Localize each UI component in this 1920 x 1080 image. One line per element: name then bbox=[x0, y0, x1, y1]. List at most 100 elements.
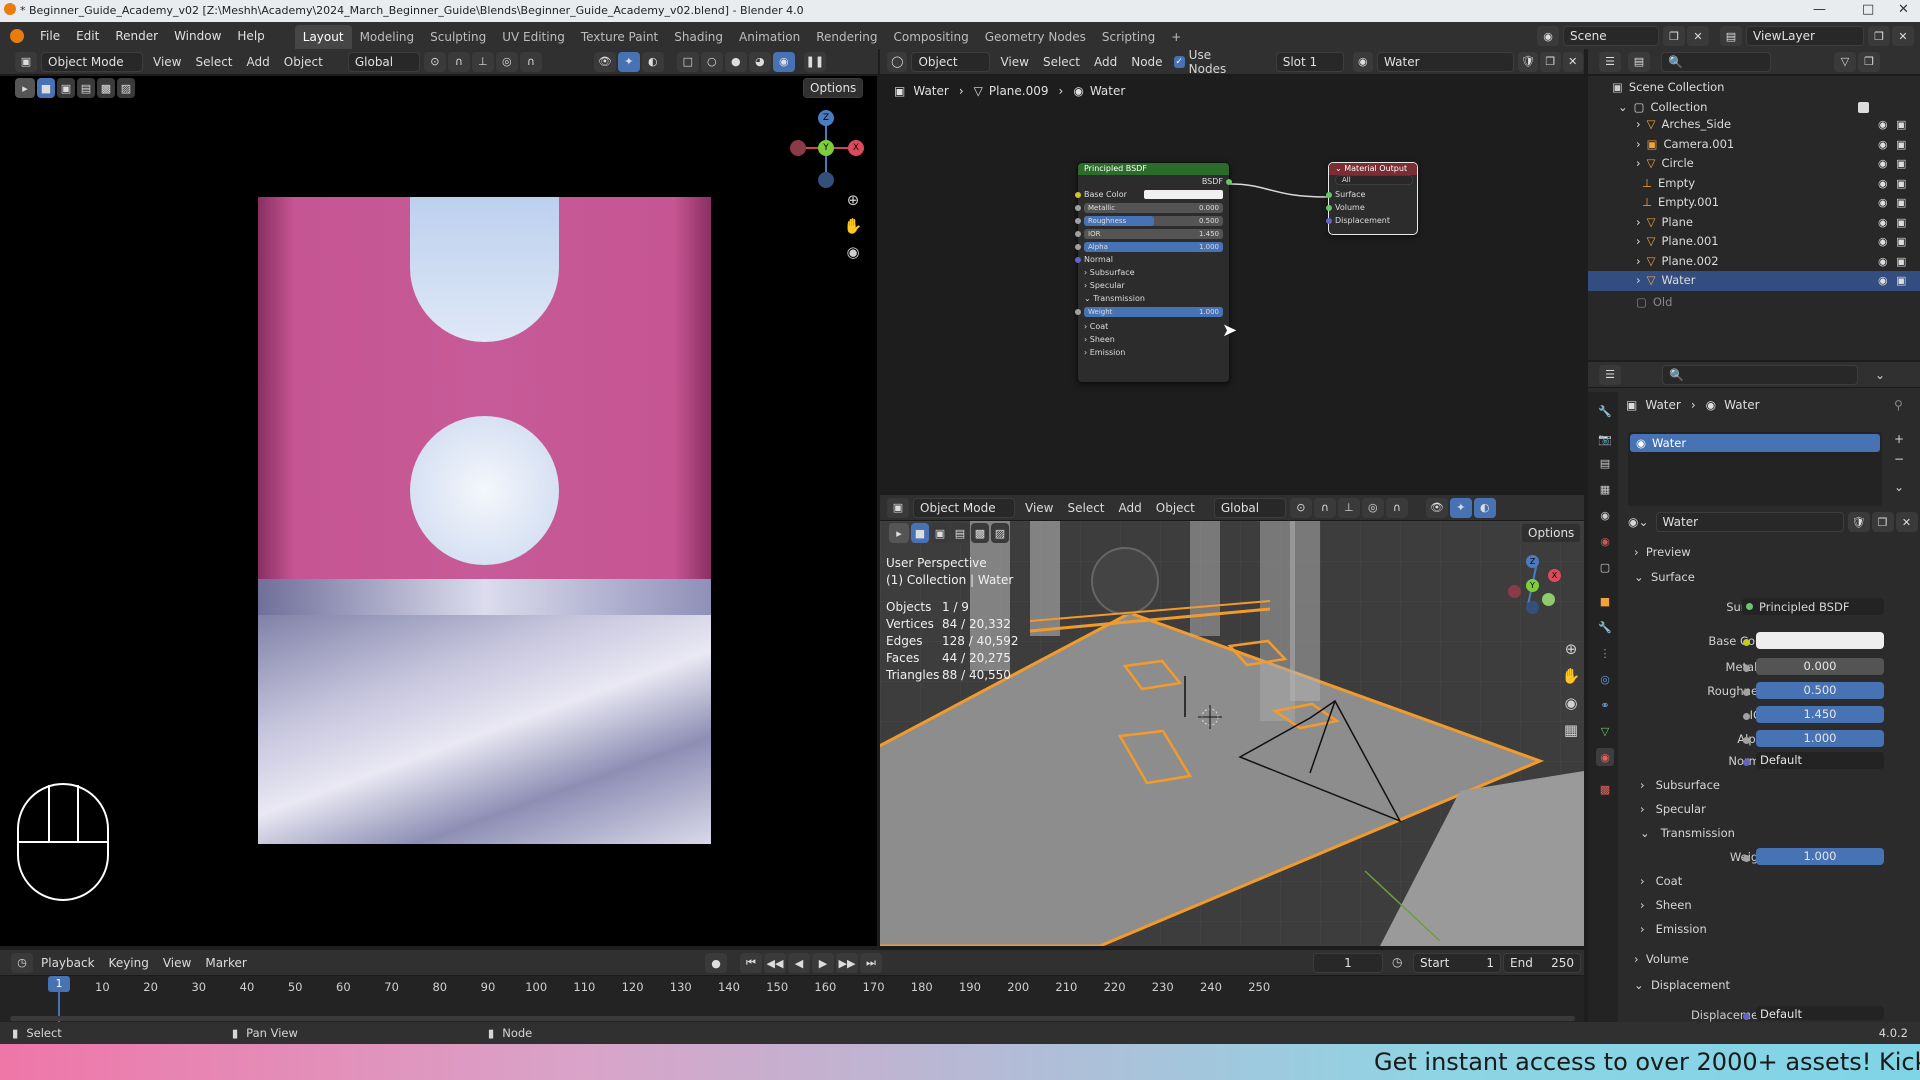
viewlayer-selector[interactable]: ViewLayer bbox=[1746, 26, 1864, 46]
minimize-button[interactable]: — bbox=[1813, 2, 1826, 17]
unlink-icon[interactable]: ✕ bbox=[1895, 512, 1918, 532]
filter-icon[interactable]: ▽ bbox=[1834, 51, 1856, 72]
outliner-item-old[interactable]: ▢ Old bbox=[1588, 293, 1920, 313]
panel-preview[interactable]: › Preview bbox=[1634, 545, 1691, 559]
play-icon[interactable]: ▶ bbox=[812, 953, 834, 973]
chevron-right-icon[interactable]: › bbox=[1636, 273, 1641, 287]
menu-view-2[interactable]: View bbox=[1018, 495, 1060, 521]
select-subtract-icon[interactable]: ▤ bbox=[77, 78, 95, 98]
collection-tab-icon[interactable]: ▢ bbox=[1596, 558, 1614, 576]
camera-view-icon[interactable]: ◉ bbox=[840, 239, 866, 265]
outliner-editor-icon[interactable]: ☰ bbox=[1599, 51, 1621, 72]
output-tab-icon[interactable]: ▤ bbox=[1596, 454, 1614, 472]
new-collection-icon[interactable]: ❐ bbox=[1858, 51, 1880, 72]
snap-icon[interactable]: ∩ bbox=[1313, 497, 1336, 518]
outliner-item[interactable]: ⊥ Empty.001 ◉ ▣ bbox=[1588, 193, 1920, 213]
panel-sheen[interactable]: › Sheen bbox=[1640, 898, 1692, 912]
panel-specular[interactable]: › Specular bbox=[1640, 802, 1706, 816]
pivot-icon[interactable]: ⊙ bbox=[423, 51, 446, 72]
metallic-socket[interactable]: Metallic 0.000 bbox=[1075, 201, 1229, 214]
grid-view-icon[interactable]: ▦ bbox=[1560, 716, 1582, 743]
select-extend-icon[interactable]: ▣ bbox=[931, 523, 949, 543]
material-shading-icon[interactable]: ◕ bbox=[748, 51, 771, 72]
select-invert-icon[interactable]: ▩ bbox=[97, 78, 115, 98]
render-camera-icon[interactable]: ▣ bbox=[1896, 232, 1906, 252]
weight-socket[interactable]: Weight 1.000 bbox=[1075, 305, 1229, 320]
add-slot-button[interactable]: + bbox=[1894, 432, 1904, 446]
proportional-icon[interactable]: ◎ bbox=[1361, 497, 1384, 518]
material-datablock-field[interactable]: Water bbox=[1655, 512, 1844, 532]
record-icon[interactable]: ● bbox=[705, 953, 727, 973]
display-mode-icon[interactable]: ▤ bbox=[1628, 51, 1650, 72]
pivot-icon[interactable]: ⊙ bbox=[1289, 497, 1312, 518]
texture-tab-icon[interactable]: ▩ bbox=[1596, 780, 1614, 798]
render-camera-icon[interactable]: ▣ bbox=[1896, 154, 1906, 174]
timeline-editor-icon[interactable]: ◷ bbox=[11, 952, 33, 973]
outliner-item[interactable]: › ▽ Plane ◉ ▣ bbox=[1588, 213, 1920, 233]
outliner-item[interactable]: › ▽ Water ◉ ▣ bbox=[1588, 271, 1920, 291]
roughness-socket[interactable]: Roughness 0.500 bbox=[1075, 214, 1229, 227]
play-reverse-icon[interactable]: ◀ bbox=[788, 953, 810, 973]
material-browse-icon[interactable]: ◉⌄ bbox=[1628, 515, 1649, 529]
fake-user-icon[interactable]: 🛡 bbox=[1847, 512, 1870, 532]
node-menu-view[interactable]: View bbox=[993, 49, 1035, 75]
delete-viewlayer-icon[interactable]: ✕ bbox=[1892, 26, 1914, 46]
pan-hand-icon[interactable]: ✋ bbox=[1560, 662, 1582, 689]
timeline-body[interactable]: 10 20 30 40 50 60 70 80 90 100 110 120 130 140 150 160 1… bbox=[0, 976, 1584, 1022]
metallic-field[interactable]: 0.000 bbox=[1756, 658, 1884, 675]
promo-banner[interactable]: Get instant access to over 2000+ assets!… bbox=[0, 1044, 1920, 1080]
zoom-icon[interactable]: ⊕ bbox=[1560, 635, 1582, 662]
navigation-gizmo[interactable]: Z X Y bbox=[786, 108, 866, 188]
node-panel-sheen[interactable]: › Sheen bbox=[1078, 333, 1229, 346]
render-camera-icon[interactable]: ▣ bbox=[1896, 135, 1906, 155]
modifier-tab-icon[interactable]: 🔧 bbox=[1596, 618, 1614, 636]
select-box-tool-icon[interactable]: ▸ bbox=[15, 78, 35, 98]
maximize-button[interactable]: □ bbox=[1862, 2, 1874, 17]
scene-tab-icon[interactable]: ◉ bbox=[1596, 506, 1614, 524]
alpha-field[interactable]: 1.000 bbox=[1756, 730, 1884, 747]
eye-icon[interactable]: ◉ bbox=[1878, 252, 1888, 272]
node-header[interactable]: ⌄ Material Output bbox=[1329, 163, 1417, 175]
tab-texture-paint[interactable]: Texture Paint bbox=[573, 25, 666, 49]
tab-shading[interactable]: Shading bbox=[666, 25, 731, 49]
right-viewport[interactable]: ▸ ■ ▣ ▤ ▩ ▨ Options User Perspective (1)… bbox=[880, 521, 1584, 946]
pin-icon[interactable]: ⚲ bbox=[1894, 398, 1903, 412]
panel-transmission[interactable]: ⌄ Transmission bbox=[1640, 826, 1735, 840]
checkbox-checked-icon[interactable]: ✓ bbox=[1173, 55, 1185, 68]
material-slots-list[interactable]: ◉ Water bbox=[1628, 432, 1882, 506]
material-name-field[interactable]: Water bbox=[1377, 51, 1514, 72]
fake-user-icon[interactable]: 🛡 bbox=[1517, 51, 1539, 72]
normal-socket[interactable]: Normal bbox=[1075, 253, 1229, 266]
delete-scene-icon[interactable]: ✕ bbox=[1687, 26, 1709, 46]
menu-select-2[interactable]: Select bbox=[1060, 495, 1111, 521]
tab-uv-editing[interactable]: UV Editing bbox=[494, 25, 573, 49]
select-extend-icon[interactable]: ▣ bbox=[57, 78, 75, 98]
eye-icon[interactable]: ◉ bbox=[1878, 271, 1888, 291]
node-panel-subsurface[interactable]: › Subsurface bbox=[1078, 266, 1229, 279]
options-dropdown-2[interactable]: Options bbox=[1521, 523, 1582, 543]
viewlayer-icon[interactable]: ▤ bbox=[1720, 26, 1742, 46]
constraints-tab-icon[interactable]: ⚭ bbox=[1596, 696, 1614, 714]
chevron-right-icon[interactable]: › bbox=[1636, 254, 1641, 268]
panel-emission[interactable]: › Emission bbox=[1640, 922, 1707, 936]
select-intersect-icon[interactable]: ▨ bbox=[117, 78, 135, 98]
checkbox-checked-icon[interactable] bbox=[1858, 101, 1869, 113]
tab-sculpting[interactable]: Sculpting bbox=[422, 25, 494, 49]
select-new-icon[interactable]: ■ bbox=[911, 523, 929, 543]
menu-add[interactable]: Add bbox=[240, 49, 277, 75]
falloff-icon[interactable]: ∩ bbox=[519, 51, 542, 72]
select-intersect-icon[interactable]: ▨ bbox=[991, 523, 1009, 543]
menu-edit[interactable]: Edit bbox=[68, 22, 107, 50]
material-browse-icon[interactable]: ◉ bbox=[1352, 51, 1374, 72]
surface-socket[interactable]: Surface bbox=[1326, 188, 1417, 201]
select-invert-icon[interactable]: ▩ bbox=[971, 523, 989, 543]
scene-selector[interactable]: Scene bbox=[1563, 26, 1659, 46]
current-frame-field[interactable]: 1 bbox=[1313, 953, 1383, 973]
render-tab-icon[interactable]: 📷 bbox=[1596, 430, 1614, 448]
render-camera-icon[interactable]: ▣ bbox=[1896, 174, 1906, 194]
outliner-item[interactable]: › ▽ Circle ◉ ▣ bbox=[1588, 154, 1920, 174]
principled-bsdf-node[interactable]: Principled BSDF BSDF Base Color Metallic… bbox=[1075, 162, 1232, 383]
rendered-shading-icon[interactable]: ◉ bbox=[772, 51, 795, 72]
jump-end-icon[interactable]: ⏭ bbox=[860, 953, 882, 973]
visibility-icon[interactable]: 👁 bbox=[593, 51, 616, 72]
